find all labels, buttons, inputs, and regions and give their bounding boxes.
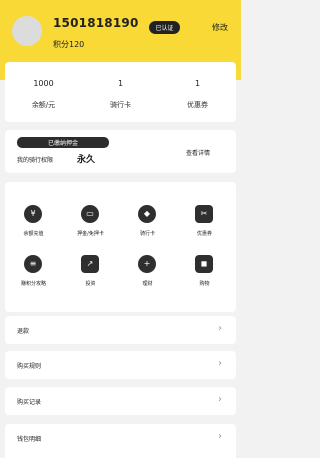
yen-icon: ¥ xyxy=(24,205,42,223)
coupon-label: 优惠券 xyxy=(187,101,208,109)
edit-profile-link[interactable]: 修改 xyxy=(212,22,228,33)
shopping-bag-icon: ◼ xyxy=(195,255,213,273)
menu-row-label: 退款 xyxy=(17,328,30,335)
ride-permission-value: 永久 xyxy=(77,155,96,165)
chart-icon: ↗ xyxy=(81,255,99,273)
ride-card-stat[interactable]: 1 骑行卡 xyxy=(82,62,159,122)
deposit-paid-badge: 已缴纳押金 xyxy=(17,137,109,148)
card-icon: ▭ xyxy=(81,205,99,223)
grid-label: 赚积分攻略 xyxy=(20,281,46,287)
grid-item-coupon[interactable]: ✂ 优惠券 xyxy=(176,205,233,245)
balance-stat[interactable]: 1000 余额/元 xyxy=(5,62,82,122)
ticket-icon: ✂ xyxy=(195,205,213,223)
menu-row-refund[interactable]: 退款 › xyxy=(5,316,236,344)
balance-value: 1000 xyxy=(33,79,54,88)
ride-permission-label: 我的骑行权限 xyxy=(17,157,54,164)
chevron-right-icon: › xyxy=(218,431,222,442)
service-grid: ¥ 余额充值 ▭ 押金/免押卡 ◆ 骑行卡 ✂ 优惠券 ≡ 赚积分攻略 ↗ 投资… xyxy=(5,182,236,312)
grid-item-wealth[interactable]: + 理财 xyxy=(119,255,176,295)
grid-item-deposit-card[interactable]: ▭ 押金/免押卡 xyxy=(62,205,119,245)
grid-label: 投资 xyxy=(85,281,96,287)
plus-icon: + xyxy=(138,255,156,273)
balance-label: 余额/元 xyxy=(31,101,56,109)
chevron-right-icon: › xyxy=(218,358,222,369)
grid-label: 押金/免押卡 xyxy=(77,231,104,237)
chevron-right-icon: › xyxy=(218,323,222,334)
avatar[interactable] xyxy=(12,16,42,46)
grid-label: 理财 xyxy=(142,281,153,287)
ride-card-label: 骑行卡 xyxy=(110,101,131,109)
grid-item-earn-points[interactable]: ≡ 赚积分攻略 xyxy=(5,255,62,295)
tag-icon: ◆ xyxy=(138,205,156,223)
coupon-value: 1 xyxy=(194,79,201,88)
grid-item-ride-card[interactable]: ◆ 骑行卡 xyxy=(119,205,176,245)
menu-row-purchase-history[interactable]: 购买记录 › xyxy=(5,387,236,415)
view-details-link[interactable]: 查看详情 xyxy=(186,148,210,157)
wallet-stats-card: 1000 余额/元 1 骑行卡 1 优惠券 xyxy=(5,62,236,122)
ride-permission-card: 已缴纳押金 我的骑行权限 永久 查看详情 xyxy=(5,130,236,173)
menu-row-wallet-details[interactable]: 钱包明细 › xyxy=(5,424,236,458)
database-icon: ≡ xyxy=(24,255,42,273)
grid-label: 购物 xyxy=(199,281,210,287)
grid-label: 优惠券 xyxy=(196,231,212,237)
phone-number: 1501818190 xyxy=(53,16,139,30)
coupon-stat[interactable]: 1 优惠券 xyxy=(159,62,236,122)
grid-item-shopping[interactable]: ◼ 购物 xyxy=(176,255,233,295)
menu-row-label: 购买规则 xyxy=(17,363,42,370)
chevron-right-icon: › xyxy=(218,394,222,405)
menu-row-label: 钱包明细 xyxy=(17,436,42,443)
menu-row-label: 购买记录 xyxy=(17,399,42,406)
menu-row-purchase-rules[interactable]: 购买规则 › xyxy=(5,351,236,379)
verified-badge: 已认证 xyxy=(149,21,180,34)
grid-label: 余额充值 xyxy=(23,231,44,237)
grid-label: 骑行卡 xyxy=(139,231,155,237)
grid-item-invest[interactable]: ↗ 投资 xyxy=(62,255,119,295)
grid-item-recharge[interactable]: ¥ 余额充值 xyxy=(5,205,62,245)
points-text: 积分120 xyxy=(53,40,85,49)
ride-card-value: 1 xyxy=(117,79,124,88)
